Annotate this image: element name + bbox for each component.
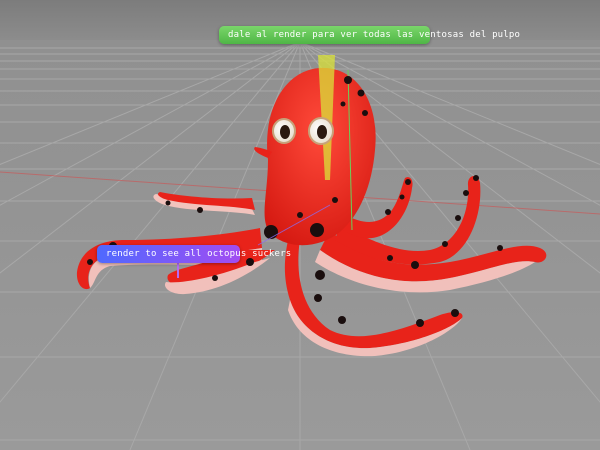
english-render-note: render to see all octopus suckers [97, 245, 291, 263]
viewport-scene[interactable] [0, 0, 600, 450]
spanish-render-note: dale al render para ver todas las ventos… [219, 26, 520, 44]
3d-viewport[interactable]: dale al render para ver todas las ventos… [0, 0, 600, 450]
